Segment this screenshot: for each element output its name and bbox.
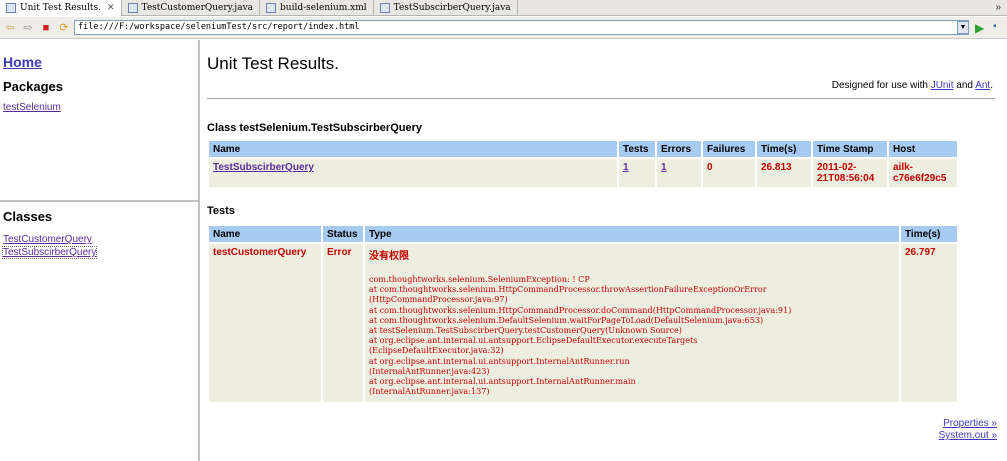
- testsuite-link[interactable]: TestSubscirberQuery: [213, 162, 314, 173]
- ant-file-icon: [266, 3, 277, 13]
- ant-link[interactable]: Ant: [975, 80, 990, 91]
- tab-testcustomerquery-java[interactable]: TestCustomerQuery.java: [122, 0, 261, 16]
- cell-errors: 1: [657, 159, 701, 187]
- trace-line: at org.eclipse.ant.internal.ui.antsuppor…: [369, 335, 698, 346]
- column-header: Type: [365, 226, 899, 242]
- host-line: ailk-: [893, 162, 914, 173]
- tab-label: Unit Test Results.: [20, 3, 101, 13]
- packages-heading: Packages: [3, 79, 63, 94]
- column-header: Time Stamp: [813, 141, 887, 157]
- classes-frame: Classes TestCustomerQuery TestSubscirber…: [0, 200, 198, 461]
- trace-line: at com.thoughtworks.selenium.HttpCommand…: [369, 284, 767, 295]
- java-file-icon: [127, 3, 138, 13]
- errors-count-link[interactable]: 1: [661, 162, 667, 173]
- tab-label: TestCustomerQuery.java: [141, 3, 254, 13]
- cell-test-name: testCustomerQuery: [209, 244, 321, 403]
- class-summary-table: Name Tests Errors Failures Time(s) Time …: [207, 139, 959, 189]
- tab-label: build-selenium.xml: [280, 3, 367, 13]
- column-header: Name: [209, 226, 321, 242]
- cell-host: ailk-c76e6f29c5: [889, 159, 957, 187]
- cell-timestamp: 2011-02- 21T08:56:04: [813, 159, 887, 187]
- packages-frame: Home Packages testSelenium: [0, 40, 198, 198]
- report-frame: Unit Test Results. Designed for use with…: [202, 40, 1007, 461]
- timestamp-line: 2011-02-: [817, 162, 857, 173]
- table-row: testCustomerQuery Error 没有权限 com.thought…: [209, 244, 957, 403]
- cell-time: 26.813: [757, 159, 811, 187]
- forward-icon[interactable]: ⇨: [20, 20, 36, 36]
- class-link-testcustomerquery[interactable]: TestCustomerQuery: [3, 234, 92, 245]
- host-line: c76e6f29c5: [893, 173, 947, 184]
- tab-label: TestSubscirberQuery.java: [393, 3, 511, 13]
- tests-table: Name Status Type Time(s) testCustomerQue…: [207, 224, 959, 404]
- cell-type: 没有权限 com.thoughtworks.selenium.SeleniumE…: [365, 244, 899, 403]
- editor-tab-bar: Unit Test Results. ✕ TestCustomerQuery.j…: [0, 0, 1007, 16]
- table-row: TestSubscirberQuery 1 1 0 26.813 2011-02…: [209, 159, 957, 187]
- trace-line: (InternalAntRunner.java:137): [369, 386, 490, 397]
- stack-trace: com.thoughtworks.selenium.SeleniumExcept…: [369, 274, 895, 399]
- trace-line: com.thoughtworks.selenium.SeleniumExcept…: [369, 274, 590, 284]
- home-link[interactable]: Home: [3, 54, 42, 70]
- cell-tests: 1: [619, 159, 655, 187]
- close-icon[interactable]: ✕: [107, 3, 115, 13]
- designed-period: .: [990, 80, 993, 91]
- tab-unit-test-results[interactable]: Unit Test Results. ✕: [0, 0, 122, 16]
- column-header: Host: [889, 141, 957, 157]
- cell-time: 26.797: [901, 244, 957, 403]
- timestamp-line: 21T08:56:04: [817, 173, 875, 184]
- trace-line: (InternalAntRunner.java:423): [369, 365, 490, 376]
- java-file-icon: [379, 3, 390, 13]
- page-title: Unit Test Results.: [207, 54, 339, 73]
- tab-testsubscirberquery-java[interactable]: TestSubscirberQuery.java: [374, 0, 518, 16]
- refresh-icon[interactable]: ⟳: [56, 20, 72, 36]
- class-heading: Class testSelenium.TestSubscirberQuery: [207, 122, 422, 134]
- tab-build-selenium-xml[interactable]: build-selenium.xml: [260, 0, 374, 16]
- column-header: Name: [209, 141, 617, 157]
- column-header: Time(s): [757, 141, 811, 157]
- package-link-testselenium[interactable]: testSelenium: [3, 102, 61, 113]
- system-out-link[interactable]: System.out »: [939, 430, 997, 442]
- trace-line: at com.thoughtworks.selenium.DefaultSele…: [369, 314, 764, 325]
- class-link-testsubscirberquery[interactable]: TestSubscirberQuery: [1, 246, 98, 259]
- sidebar: Home Packages testSelenium Classes TestC…: [0, 40, 200, 461]
- properties-link[interactable]: Properties »: [939, 418, 997, 430]
- url-field[interactable]: file:///F:/workspace/seleniumTest/src/re…: [74, 20, 969, 35]
- trace-line: at com.thoughtworks.selenium.HttpCommand…: [369, 304, 792, 315]
- report-links: Properties » System.out »: [939, 418, 997, 442]
- trace-line: at org.eclipse.ant.internal.ui.antsuppor…: [369, 376, 636, 387]
- column-header: Status: [323, 226, 363, 242]
- cell-failures: 0: [703, 159, 755, 187]
- trace-line: (HttpCommandProcessor.java:97): [369, 294, 508, 305]
- tab-overflow-icon[interactable]: »: [989, 0, 1007, 15]
- tests-count-link[interactable]: 1: [623, 162, 629, 173]
- table-header-row: Name Tests Errors Failures Time(s) Time …: [209, 141, 957, 157]
- designed-for-note: Designed for use with JUnit and Ant.: [832, 80, 993, 91]
- back-icon[interactable]: ⇦: [2, 20, 18, 36]
- column-header: Time(s): [901, 226, 957, 242]
- go-icon[interactable]: ▶: [975, 21, 984, 35]
- tests-heading: Tests: [207, 205, 235, 217]
- column-header: Tests: [619, 141, 655, 157]
- trace-line: at org.eclipse.ant.internal.ui.antsuppor…: [369, 355, 630, 366]
- column-header: Failures: [703, 141, 755, 157]
- trace-line: (EclipseDefaultExecutor.java:32): [369, 345, 504, 356]
- cell-name: TestSubscirberQuery: [209, 159, 617, 187]
- designed-and: and: [953, 80, 976, 91]
- trace-line: at testSelenium.TestSubscirberQuery.test…: [369, 325, 682, 336]
- chevron-down-icon[interactable]: ▼: [957, 21, 969, 34]
- error-message: 没有权限: [369, 251, 409, 262]
- table-header-row: Name Status Type Time(s): [209, 226, 957, 242]
- stop-navigation-icon[interactable]: ▪: [993, 21, 997, 32]
- stop-icon[interactable]: ■: [38, 20, 54, 36]
- divider: [207, 98, 995, 99]
- browser-toolbar: ⇦ ⇨ ■ ⟳ file:///F:/workspace/seleniumTes…: [0, 17, 1007, 39]
- junit-link[interactable]: JUnit: [931, 80, 954, 91]
- cell-status: Error: [323, 244, 363, 403]
- classes-heading: Classes: [3, 209, 53, 224]
- browser-icon: [6, 3, 16, 13]
- designed-prefix: Designed for use with: [831, 80, 931, 91]
- column-header: Errors: [657, 141, 701, 157]
